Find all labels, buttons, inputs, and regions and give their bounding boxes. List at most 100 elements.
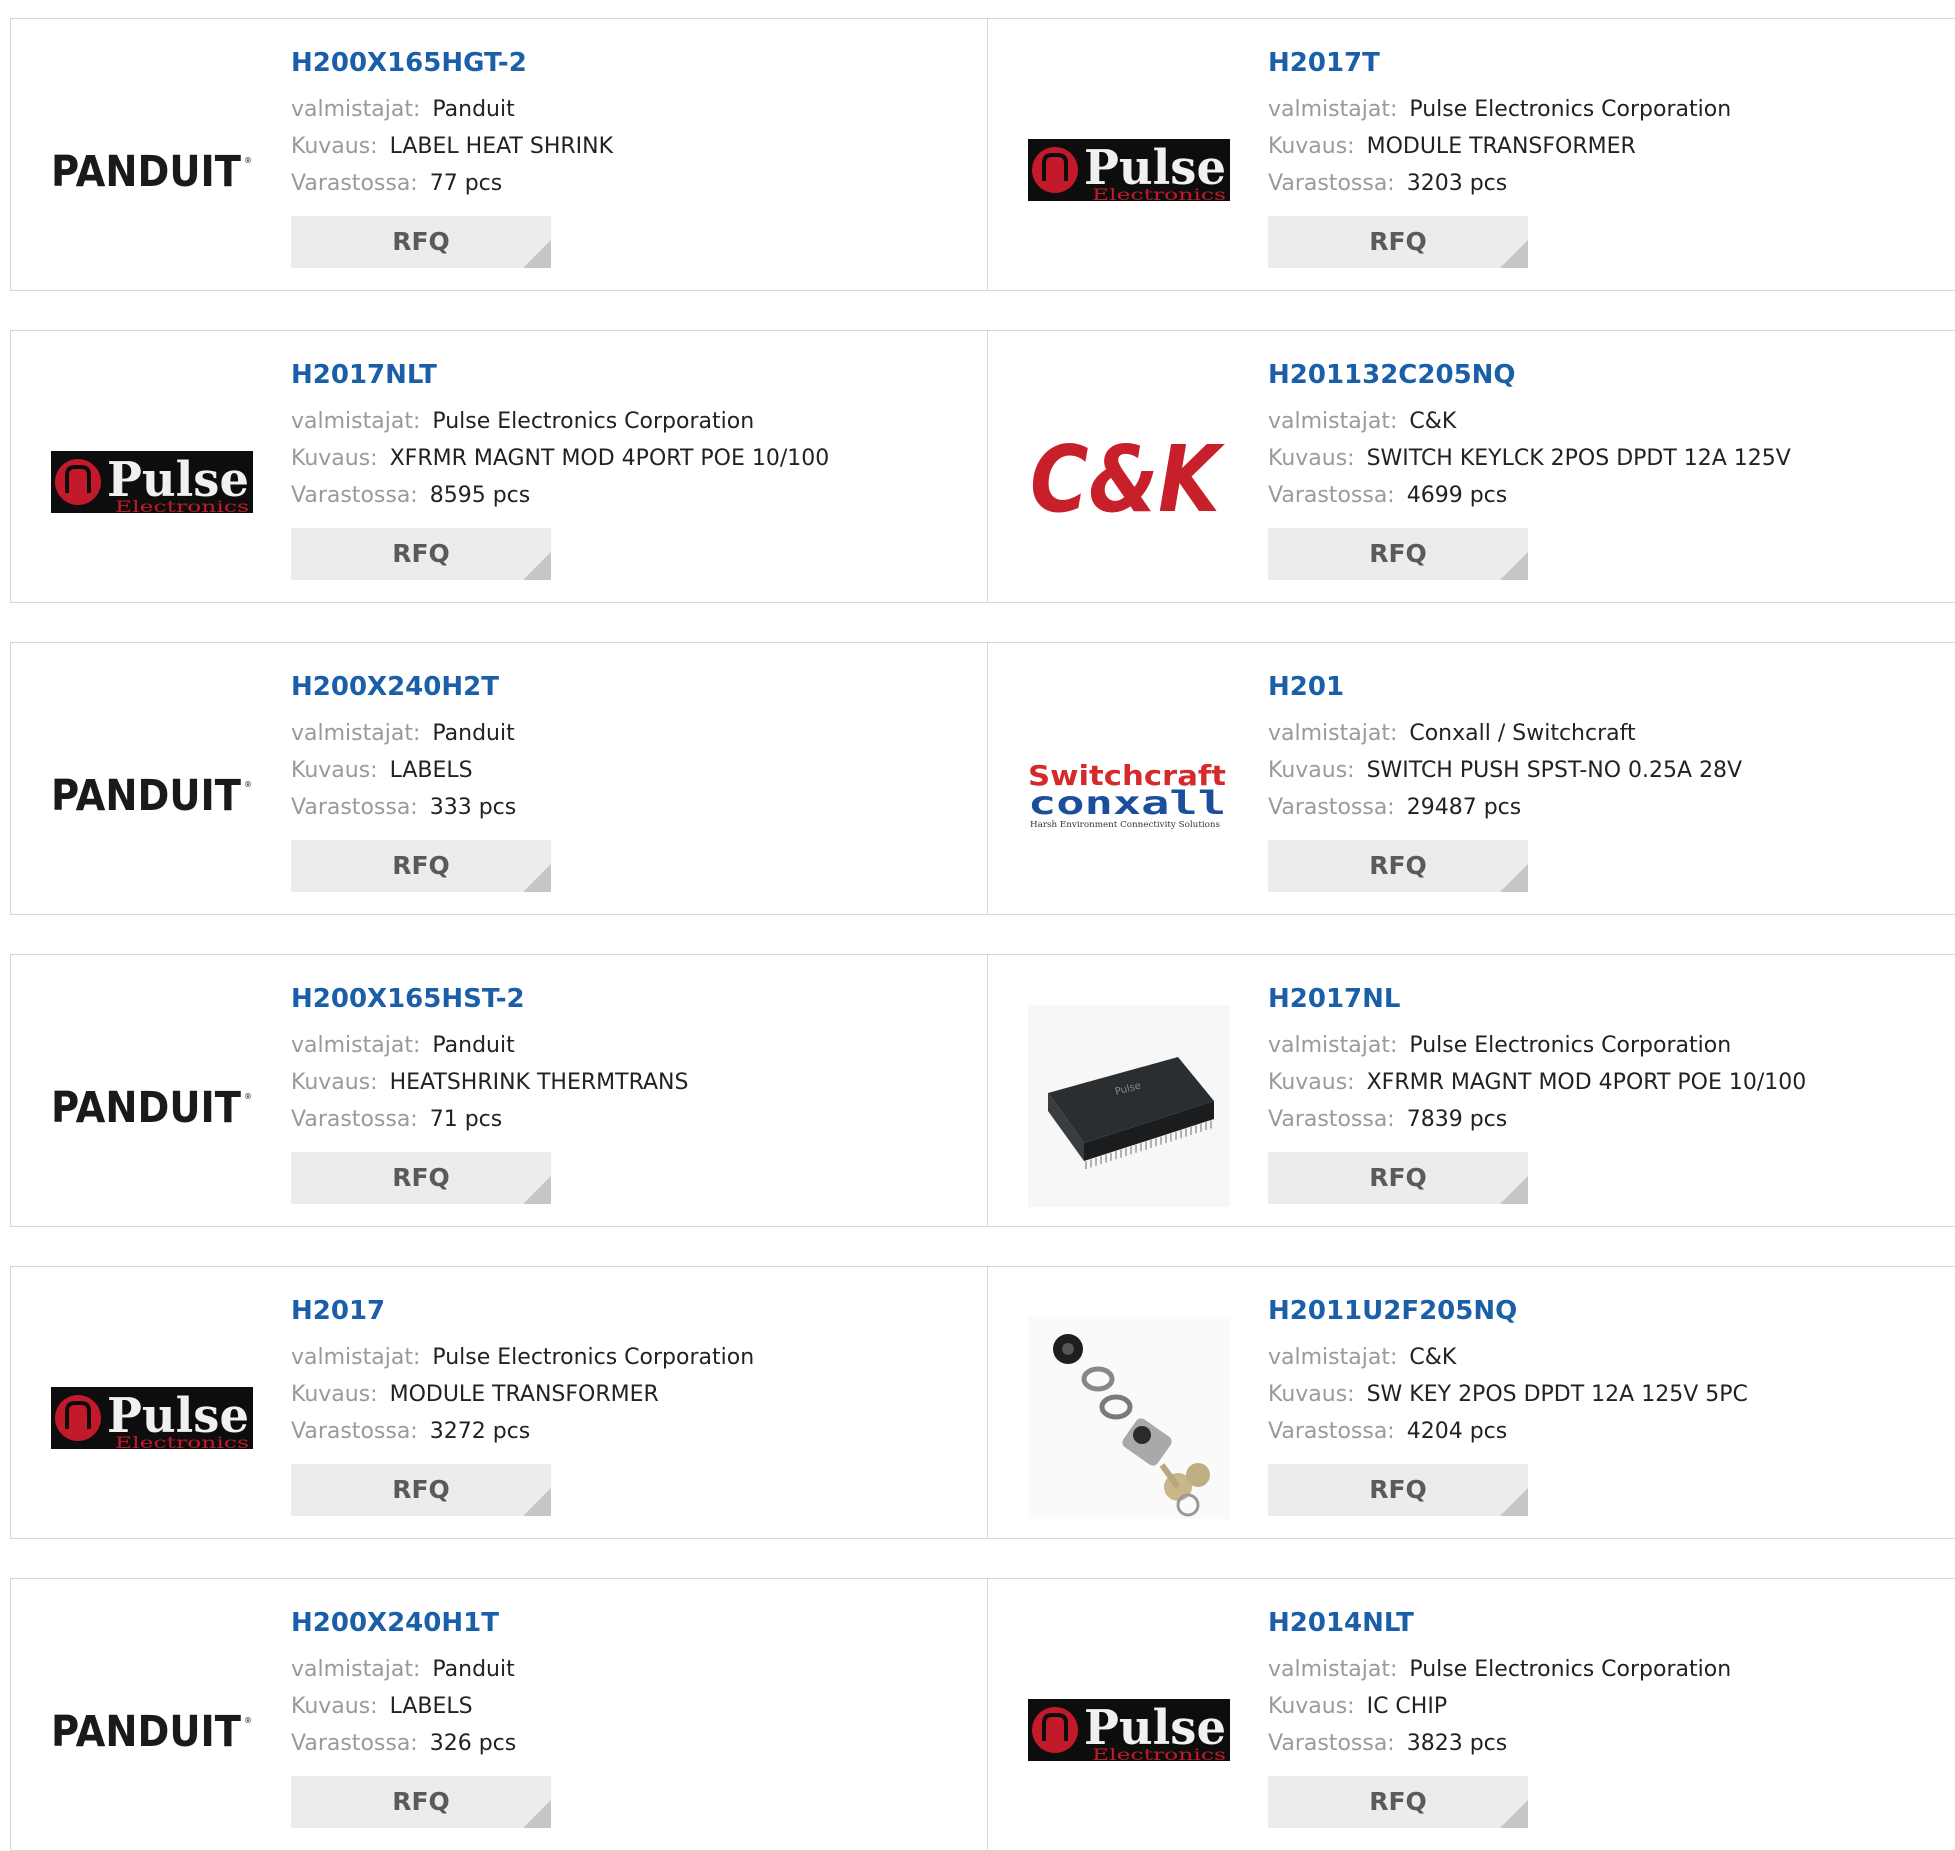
part-number-link[interactable]: H200X240H1T [291,1607,951,1639]
ck-logo: C&K [1030,426,1225,533]
product-card: PANDUIT ® H200X240H2T valmistajat: Panduit Ku… [11,643,988,914]
description-row: Kuvaus: XFRMR MAGNT MOD 4PORT POE 10/100 [1268,1064,1928,1101]
manufacturer-label: valmistajat: [1268,1033,1398,1058]
stock-value: 326 pcs [429,1731,517,1756]
description-label: Kuvaus: [1268,134,1355,159]
manufacturer-row: valmistajat: Panduit [291,715,951,752]
stock-label: Varastossa: [1268,1731,1395,1756]
description-row: Kuvaus: LABELS [291,1688,951,1725]
part-number-link[interactable]: H2011U2F205NQ [1268,1295,1928,1327]
description-value: SWITCH KEYLCK 2POS DPDT 12A 125V [1366,446,1791,471]
manufacturer-label: valmistajat: [291,1033,421,1058]
description-value: XFRMR MAGNT MOD 4PORT POE 10/100 [1366,1070,1807,1095]
corner-triangle-icon [523,1800,551,1828]
manufacturer-row: valmistajat: Pulse Electronics Corporatio… [291,1339,951,1376]
rfq-button-label: RFQ [392,1475,450,1504]
description-row: Kuvaus: IC CHIP [1268,1688,1928,1725]
corner-triangle-icon [1500,240,1528,268]
description-row: Kuvaus: XFRMR MAGNT MOD 4PORT POE 10/100 [291,440,951,477]
product-card: PANDUIT ® H200X165HST-2 valmistajat: Panduit… [11,955,988,1226]
stock-row: Varastossa: 3272 pcs [291,1413,951,1450]
stock-value: 4204 pcs [1406,1419,1508,1444]
rfq-button[interactable]: RFQ [1268,1464,1528,1516]
product-card: C&K H201132C205NQ valmistajat: C&K Kuvaus: SW… [988,331,1955,602]
product-row: PANDUIT ® H200X165HST-2 valmistajat: Panduit… [10,954,1955,1227]
stock-value: 333 pcs [429,795,517,820]
part-number-link[interactable]: H2017 [291,1295,951,1327]
rfq-button[interactable]: RFQ [1268,528,1528,580]
manufacturer-label: valmistajat: [291,97,421,122]
svg-text:Harsh Environment Connectivity: Harsh Environment Connectivity Solutions [1030,820,1220,829]
rfq-button[interactable]: RFQ [291,1152,551,1204]
rfq-button[interactable]: RFQ [291,216,551,268]
description-value: MODULE TRANSFORMER [389,1382,659,1407]
manufacturer-value: Pulse Electronics Corporation [1409,1033,1732,1058]
corner-triangle-icon [1500,552,1528,580]
part-number-link[interactable]: H2017T [1268,47,1928,79]
description-label: Kuvaus: [291,446,378,471]
rfq-button[interactable]: RFQ [291,840,551,892]
pulse-logo: PulseElectronics [51,1387,253,1452]
product-card: Pulse Electronics H2017T valmistajat: Pulse … [988,19,1955,290]
stock-value: 4699 pcs [1406,483,1508,508]
part-number-link[interactable]: H2017NL [1268,983,1928,1015]
pulse-logo: PulseElectronics [1028,139,1230,204]
manufacturer-logo: PANDUIT ® [51,1629,253,1831]
rfq-button[interactable]: RFQ [291,528,551,580]
description-label: Kuvaus: [1268,1382,1355,1407]
product-row: PANDUIT ® H200X240H1T valmistajat: Panduit Ku… [10,1578,1955,1851]
part-number-link[interactable]: H201132C205NQ [1268,359,1928,391]
rfq-button-label: RFQ [1369,1475,1427,1504]
manufacturer-logo: PANDUIT ® [51,69,253,271]
product-card: PANDUIT ® H200X240H1T valmistajat: Panduit Ku… [11,1579,988,1850]
manufacturer-row: valmistajat: C&K [1268,403,1928,440]
stock-row: Varastossa: 333 pcs [291,789,951,826]
stock-value: 3203 pcs [1406,171,1508,196]
manufacturer-value: Pulse Electronics Corporation [432,409,755,434]
rfq-button-label: RFQ [392,539,450,568]
manufacturer-label: valmistajat: [291,1345,421,1370]
stock-label: Varastossa: [1268,1107,1395,1132]
description-value: LABELS [389,1694,473,1719]
stock-label: Varastossa: [291,171,418,196]
corner-triangle-icon [523,552,551,580]
description-value: IC CHIP [1366,1694,1448,1719]
stock-value: 3823 pcs [1406,1731,1508,1756]
rfq-button[interactable]: RFQ [291,1464,551,1516]
svg-text:PANDUIT: PANDUIT [51,771,242,821]
manufacturer-value: Panduit [432,1033,515,1058]
part-number-link[interactable]: H2014NLT [1268,1607,1928,1639]
manufacturer-logo: Pulse Electronics [51,1317,253,1519]
part-number-link[interactable]: H2017NLT [291,359,951,391]
product-info: H2011U2F205NQ valmistajat: C&K Kuvaus: SW KE… [1268,1295,1928,1516]
rfq-button[interactable]: RFQ [1268,1152,1528,1204]
manufacturer-value: Pulse Electronics Corporation [1409,1657,1732,1682]
manufacturer-value: Pulse Electronics Corporation [1409,97,1732,122]
manufacturer-label: valmistajat: [1268,409,1398,434]
stock-value: 7839 pcs [1406,1107,1508,1132]
description-row: Kuvaus: LABEL HEAT SHRINK [291,128,951,165]
svg-text:PANDUIT: PANDUIT [51,1083,242,1133]
part-number-link[interactable]: H200X165HST-2 [291,983,951,1015]
rfq-button-label: RFQ [392,1163,450,1192]
corner-triangle-icon [523,1176,551,1204]
description-label: Kuvaus: [291,134,378,159]
rfq-button[interactable]: RFQ [1268,1776,1528,1828]
stock-row: Varastossa: 77 pcs [291,165,951,202]
svg-text:Electronics: Electronics [1092,185,1226,204]
product-card: Pulse H2017NL valmistajat: Pulse Electronic… [988,955,1955,1226]
manufacturer-label: valmistajat: [291,1657,421,1682]
product-card: Switchcraft conxall Harsh Environment Conn… [988,643,1955,914]
rfq-button-label: RFQ [392,1787,450,1816]
rfq-button[interactable]: RFQ [1268,840,1528,892]
stock-row: Varastossa: 3823 pcs [1268,1725,1928,1762]
rfq-button[interactable]: RFQ [1268,216,1528,268]
part-number-link[interactable]: H201 [1268,671,1928,703]
part-number-link[interactable]: H200X165HGT-2 [291,47,951,79]
part-number-link[interactable]: H200X240H2T [291,671,951,703]
rfq-button-label: RFQ [1369,851,1427,880]
rfq-button[interactable]: RFQ [291,1776,551,1828]
svg-text:Electronics: Electronics [115,1433,249,1452]
manufacturer-logo: PANDUIT ® [51,1005,253,1207]
manufacturer-value: C&K [1409,409,1457,434]
